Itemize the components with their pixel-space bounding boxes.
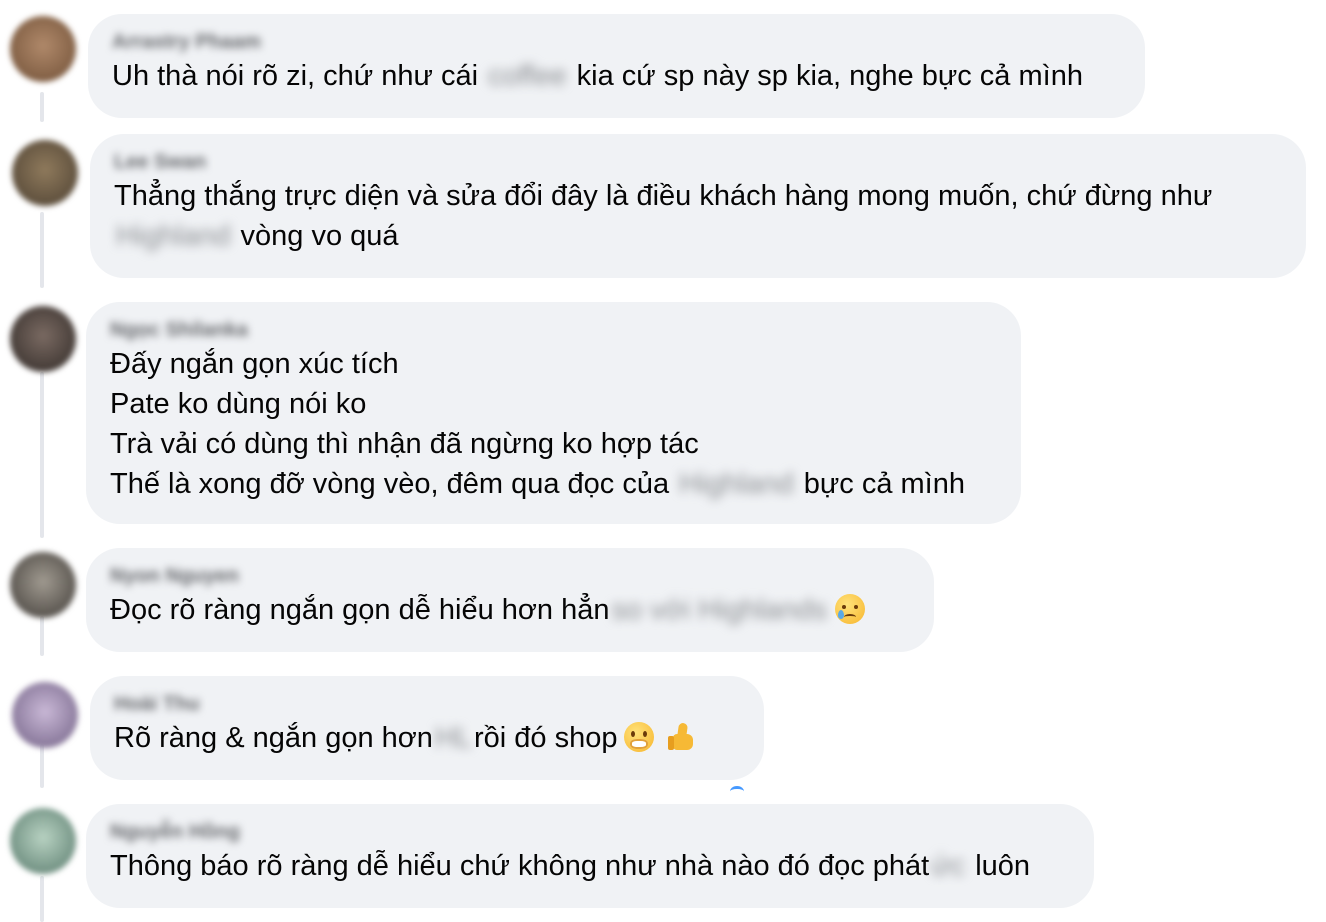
comment-text-line: Thế là xong đỡ vòng vèo, đêm qua đọc của… bbox=[110, 464, 997, 504]
comment-text-line: Đọc rõ ràng ngắn gọn dễ hiểu hơn hẳnso v… bbox=[110, 590, 910, 630]
comment-text: rồi đó shop bbox=[474, 722, 618, 754]
comment-text: Thông báo rõ ràng dễ hiểu chứ không như … bbox=[110, 850, 930, 882]
comment-text: bực cả mình bbox=[795, 468, 965, 500]
thread-line bbox=[40, 876, 44, 922]
comment-text: Đọc rõ ràng ngắn gọn dễ hiểu hơn hẳn bbox=[110, 594, 610, 626]
comment-bubble: Lee Swan Thẳng thắng trực diện và sửa đổ… bbox=[90, 134, 1306, 278]
reaction-indicator-icon[interactable] bbox=[730, 786, 744, 797]
face-holding-back-tears-icon bbox=[835, 594, 866, 624]
comment-text-line: Thông báo rõ ràng dễ hiểu chứ không như … bbox=[110, 846, 1070, 886]
comment-text: Thẳng thắng trực diện và sửa đổi đây là … bbox=[114, 180, 1213, 212]
comment-bubble: Arrastry Phaam Uh thà nói rõ zi, chứ như… bbox=[88, 14, 1145, 118]
thread-line bbox=[40, 744, 44, 788]
comment-text-line: Trà vải có dùng thì nhận đã ngừng ko hợp… bbox=[110, 424, 997, 464]
comment-author-name[interactable]: Ngọc Shilanka bbox=[110, 316, 248, 344]
thread-line bbox=[40, 212, 44, 288]
face-hand-over-mouth-icon bbox=[623, 722, 654, 752]
thread-line bbox=[40, 92, 44, 122]
comment-text: Pate ko dùng nói ko bbox=[110, 388, 367, 420]
comment-text: luôn bbox=[967, 850, 1031, 882]
avatar[interactable] bbox=[10, 552, 76, 618]
comment-author-name[interactable]: Lee Swan bbox=[114, 148, 206, 176]
comment-text: Đấy ngắn gọn xúc tích bbox=[110, 348, 399, 380]
comment-bubble: Nyon Nguyen Đọc rõ ràng ngắn gọn dễ hiểu… bbox=[86, 548, 934, 652]
comment-text-line: Highland vòng vo quá bbox=[114, 216, 1282, 256]
avatar[interactable] bbox=[10, 306, 76, 372]
blurred-brand-text: HL bbox=[434, 722, 472, 754]
comment-text: vòng vo quá bbox=[232, 220, 399, 252]
blurred-brand-text: Highland bbox=[679, 468, 794, 500]
comment-text: Rõ ràng & ngắn gọn hơn bbox=[114, 722, 433, 754]
thread-line bbox=[40, 372, 44, 538]
comment-author-name[interactable]: Nguyễn Hồng bbox=[110, 818, 240, 846]
avatar[interactable] bbox=[12, 140, 78, 206]
comment-bubble: Ngọc Shilanka Đấy ngắn gọn xúc tích Pate… bbox=[86, 302, 1021, 524]
comment-text-line: Uh thà nói rõ zi, chứ như cái coffee kia… bbox=[112, 56, 1121, 96]
blurred-brand-text: coffee bbox=[488, 60, 567, 92]
comment-text-line: Rõ ràng & ngắn gọn hơnHLrồi đó shop bbox=[114, 718, 740, 758]
blurred-brand-text: Highland bbox=[116, 220, 231, 252]
comment-text-line: Pate ko dùng nói ko bbox=[110, 384, 997, 424]
blurred-brand-text: ức bbox=[931, 850, 966, 882]
comment-bubble: Hoài Thu Rõ ràng & ngắn gọn hơnHLrồi đó … bbox=[90, 676, 764, 780]
blurred-brand-text: so với Highlands bbox=[611, 594, 828, 626]
comment-text: Thế là xong đỡ vòng vèo, đêm qua đọc của bbox=[110, 468, 678, 500]
comment-author-name[interactable]: Hoài Thu bbox=[114, 690, 200, 718]
avatar[interactable] bbox=[12, 682, 78, 748]
comment-text-line: Thẳng thắng trực diện và sửa đổi đây là … bbox=[114, 176, 1282, 216]
comment-bubble: Nguyễn Hồng Thông báo rõ ràng dễ hiểu ch… bbox=[86, 804, 1094, 908]
avatar[interactable] bbox=[10, 16, 76, 82]
comment-text: kia cứ sp này sp kia, nghe bực cả mình bbox=[568, 60, 1083, 92]
comment-text: Trà vải có dùng thì nhận đã ngừng ko hợp… bbox=[110, 428, 699, 460]
thumbs-up-icon bbox=[667, 722, 698, 752]
avatar[interactable] bbox=[10, 808, 76, 874]
comment-author-name[interactable]: Nyon Nguyen bbox=[110, 562, 239, 590]
comment-author-name[interactable]: Arrastry Phaam bbox=[112, 28, 261, 56]
comment-text-line: Đấy ngắn gọn xúc tích bbox=[110, 344, 997, 384]
thread-line bbox=[40, 616, 44, 656]
comment-text: Uh thà nói rõ zi, chứ như cái bbox=[112, 60, 487, 92]
